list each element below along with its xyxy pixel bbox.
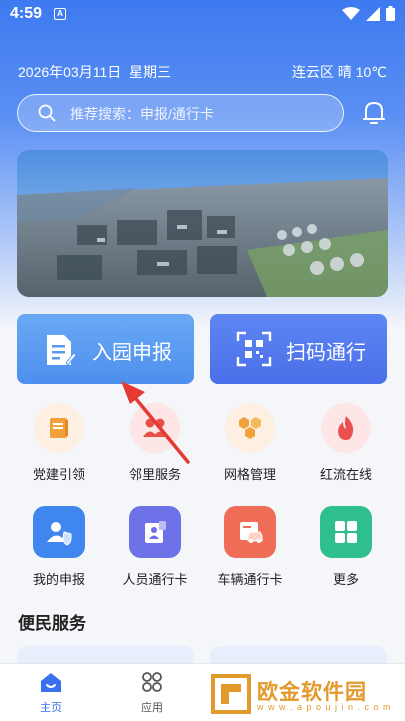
tab-label: 应用 [141, 702, 163, 714]
status-bar: 4:59 A [0, 0, 405, 28]
service-neighborhood[interactable]: 邻里服务 [110, 403, 200, 483]
qr-scan-icon [236, 331, 272, 367]
battery-icon [386, 6, 395, 21]
book-icon [34, 403, 84, 453]
document-edit-icon [47, 335, 76, 366]
wifi-icon [342, 6, 360, 20]
service-personnel-pass[interactable]: 人员通行卡 [110, 506, 200, 588]
search-placeholder: 推荐搜索：申报/通行卡 [70, 106, 214, 122]
info-bar: 2026年03月11日 星期三 连云区 晴 10℃ [18, 62, 387, 82]
service-label: 邻里服务 [128, 467, 181, 482]
service-label: 红流在线 [319, 467, 372, 482]
watermark-url: w w w . a p o u j i n . c o m [257, 702, 392, 712]
service-vehicle-pass[interactable]: 车辆通行卡 [205, 506, 295, 588]
hexagon-grid-icon [225, 403, 275, 453]
notification-icon: A [54, 8, 66, 20]
id-card-icon [129, 506, 181, 558]
service-my-declarations[interactable]: 我的申报 [14, 506, 104, 588]
date-text: 2026年03月11日 星期三 [18, 64, 172, 80]
flame-icon [321, 403, 371, 453]
search-input[interactable]: 推荐搜索：申报/通行卡 [17, 94, 344, 132]
scan-pass-label: 扫码通行 [286, 342, 366, 364]
tab-apps[interactable]: 应用 [122, 670, 182, 715]
service-label: 我的申报 [32, 572, 85, 587]
status-time: 4:59 [10, 5, 43, 22]
watermark-logo-icon [211, 674, 251, 714]
scan-pass-button[interactable]: 扫码通行 [210, 314, 387, 384]
park-entry-label: 入园申报 [92, 342, 172, 364]
industrial-park-photo [17, 150, 388, 297]
home-icon [41, 673, 61, 692]
apps-icon [142, 672, 162, 692]
service-label: 党建引领 [32, 467, 85, 482]
bell-icon[interactable] [362, 100, 386, 126]
service-party-building[interactable]: 党建引领 [14, 403, 104, 483]
search-icon [38, 104, 56, 122]
service-red-online[interactable]: 红流在线 [301, 403, 391, 483]
service-grid-management[interactable]: 网格管理 [205, 403, 295, 483]
car-card-icon [224, 506, 276, 558]
service-label: 人员通行卡 [122, 572, 188, 587]
service-label: 车辆通行卡 [217, 572, 283, 587]
service-label: 网格管理 [223, 467, 276, 482]
weather-text: 连云区 晴 10℃ [291, 64, 387, 80]
banner-image[interactable] [17, 150, 388, 297]
service-more[interactable]: 更多 [301, 506, 391, 588]
apps-grid-icon [320, 506, 372, 558]
tab-home[interactable]: 主页 [21, 670, 81, 715]
signal-icon [366, 6, 380, 21]
people-icon [130, 403, 180, 453]
tab-label: 主页 [40, 702, 62, 714]
park-entry-declaration-button[interactable]: 入园申报 [17, 314, 194, 384]
service-label: 更多 [332, 572, 359, 587]
status-icons [342, 6, 395, 21]
watermark-logo: 欧金软件园 w w w . a p o u j i n . c o m [205, 670, 400, 718]
section-title: 便民服务 [18, 614, 86, 633]
user-shield-icon [33, 506, 85, 558]
